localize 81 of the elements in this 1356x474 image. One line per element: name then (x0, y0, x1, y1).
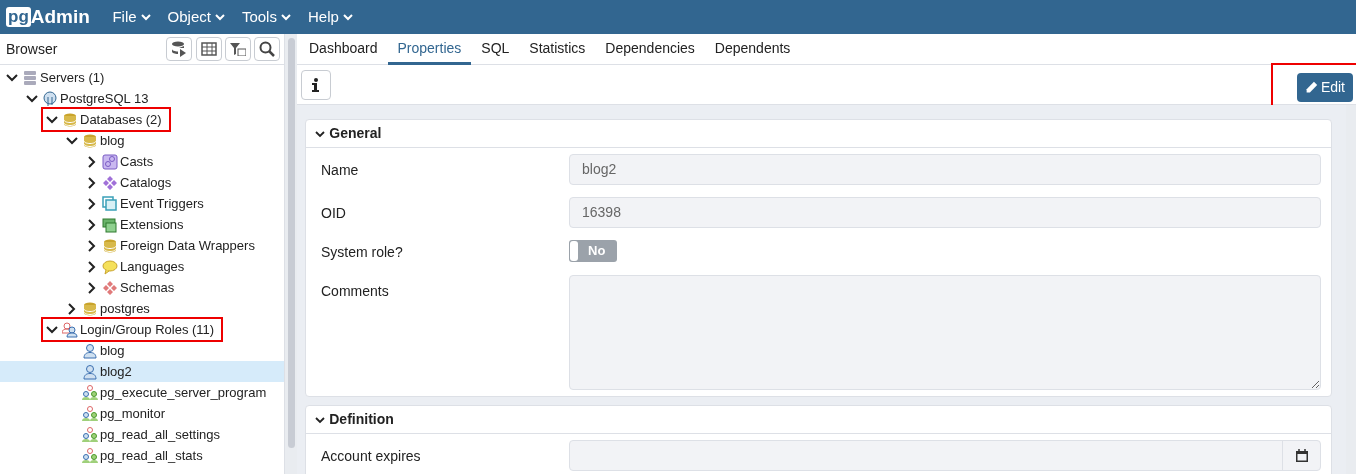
speech-bubble-icon (102, 258, 118, 275)
text-field[interactable]: blog2 (569, 154, 1321, 185)
info-icon (312, 78, 320, 92)
tab[interactable]: SQL (471, 34, 520, 65)
database-icon (62, 111, 78, 128)
comments-field[interactable] (569, 275, 1321, 390)
tree-item[interactable]: Extensions (0, 214, 284, 235)
user-icon (82, 363, 98, 380)
field-label: OID (321, 204, 347, 223)
tab[interactable]: Dependencies (595, 34, 705, 65)
tree-item[interactable]: Languages (0, 256, 284, 277)
tab[interactable]: Dependents (704, 34, 801, 65)
logo-mark: pg (6, 7, 31, 27)
table-icon (200, 42, 217, 56)
tree-item[interactable]: blog (0, 130, 284, 151)
view-data-button[interactable] (195, 37, 222, 61)
info-button[interactable] (301, 69, 331, 100)
tree-item[interactable]: pg_read_all_settings (0, 424, 284, 445)
database-icon (102, 237, 118, 254)
field-label: System role? (321, 243, 404, 262)
tree-item[interactable]: Event Triggers (0, 193, 284, 214)
tab[interactable]: Dashboard (299, 34, 388, 65)
diamond-cluster-icon (102, 174, 118, 191)
user-group-icon (82, 384, 98, 401)
section-title: General (329, 124, 382, 143)
chevron-down-icon[interactable] (314, 128, 326, 139)
tree-item[interactable]: postgres (0, 298, 284, 319)
user-group-icon (82, 447, 98, 464)
tree-item[interactable]: Foreign Data Wrappers (0, 235, 284, 256)
tree-item[interactable]: PostgreSQL 13 (0, 88, 284, 109)
search-button[interactable] (254, 37, 280, 61)
tree-item[interactable]: Casts (0, 151, 284, 172)
query-tool-icon (171, 41, 188, 57)
logo-text: Admin (30, 4, 90, 29)
user-group-icon (82, 426, 98, 443)
tree-item[interactable]: Schemas (0, 277, 284, 298)
tree-item[interactable]: blog (0, 340, 284, 361)
edit-button[interactable]: Edit (1296, 73, 1353, 102)
menu-item[interactable]: Object (167, 5, 226, 29)
database-icon (82, 300, 98, 317)
filter-icon (229, 42, 246, 56)
field-label: Comments (321, 282, 390, 301)
cast-icon (102, 153, 118, 170)
section-title: Definition (329, 410, 394, 429)
menu-item[interactable]: Help (307, 5, 354, 29)
text-field[interactable]: 16398 (569, 197, 1321, 228)
tree-item[interactable]: blog2 (0, 361, 284, 382)
user-icon (82, 342, 98, 359)
search-icon (259, 41, 275, 57)
chevron-down-icon[interactable] (314, 414, 326, 425)
tab[interactable]: Properties (387, 34, 472, 65)
panel-title: Browser (6, 39, 58, 59)
tree-item[interactable]: Catalogs (0, 172, 284, 193)
field-label: Account expires (321, 447, 422, 466)
user-group-icon (82, 405, 98, 422)
server-stack-icon (22, 69, 38, 86)
tree-item[interactable]: pg_monitor (0, 403, 284, 424)
date-field[interactable] (569, 440, 1321, 471)
database-icon (82, 132, 98, 149)
field-label: Name (321, 161, 360, 180)
menu-item[interactable]: File (112, 5, 152, 29)
chevron-down-icon (341, 12, 354, 22)
chevron-down-icon (279, 12, 292, 22)
users-icon (62, 321, 78, 338)
chevron-down-icon (213, 12, 226, 22)
calendar-icon[interactable] (1295, 449, 1308, 462)
chevron-down-icon (139, 12, 152, 22)
scrollbar-thumb[interactable] (288, 38, 295, 448)
pencil-icon (1304, 81, 1318, 94)
tree-item[interactable]: Login/Group Roles (11) (0, 319, 284, 340)
tree-item[interactable]: pg_execute_server_program (0, 382, 284, 403)
menu-item[interactable]: Tools (241, 5, 292, 29)
tree-item[interactable]: Databases (2) (0, 109, 284, 130)
tree-item[interactable]: pg_read_all_stats (0, 445, 284, 466)
tab[interactable]: Statistics (519, 34, 596, 65)
tree-item[interactable]: Servers (1) (0, 67, 284, 88)
query-tool-button[interactable] (166, 37, 193, 61)
filter-button[interactable] (224, 37, 251, 61)
squares-icon (102, 195, 118, 212)
scrollbar[interactable] (1346, 105, 1356, 474)
diamond-cluster-icon (102, 279, 118, 296)
